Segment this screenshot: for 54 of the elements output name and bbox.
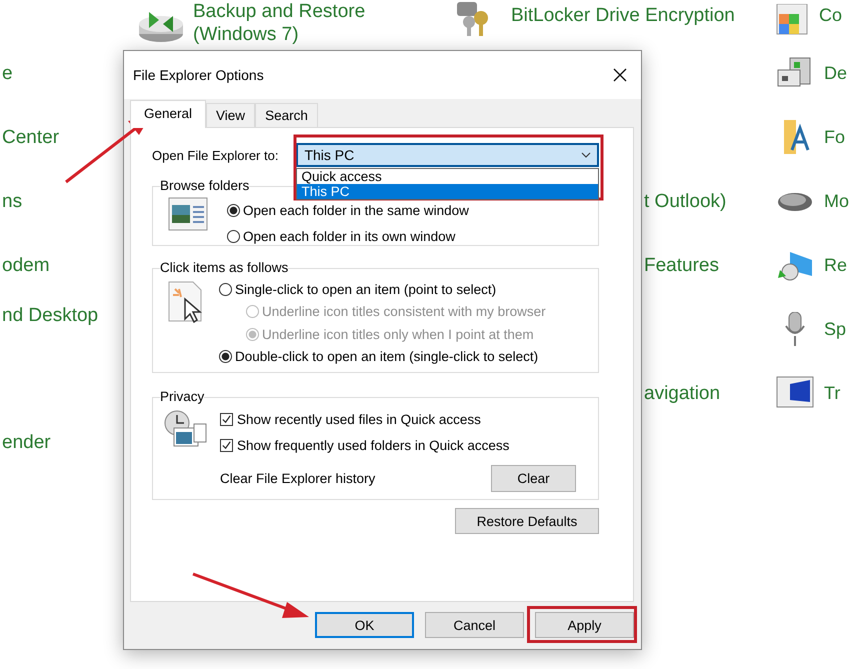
checkbox[interactable]	[220, 412, 233, 426]
option-label: Double-click to open an item (single-click to select)	[235, 349, 538, 364]
control-panel-link[interactable]: odem	[2, 254, 50, 276]
dropdown-option[interactable]: Quick access	[297, 169, 598, 184]
option-label: Underline icon titles only when I point at them	[262, 326, 534, 342]
field-label: Open File Explorer to:	[152, 148, 278, 162]
control-panel-link[interactable]: Center	[2, 126, 60, 148]
radio-button[interactable]	[219, 350, 232, 364]
control-panel-link[interactable]: e	[2, 62, 13, 84]
option-label: Show recently used files in Quick access	[237, 412, 481, 426]
control-panel-link[interactable]: (Windows 7)	[193, 23, 366, 46]
control-panel-link[interactable]: BitLocker Drive Encryption	[511, 0, 735, 31]
dialog-button[interactable]: Cancel	[425, 612, 524, 638]
control-panel-link[interactable]: t Outlook)	[644, 190, 726, 212]
control-panel-link[interactable]: Fo	[824, 122, 846, 152]
control-panel-link[interactable]: Tr	[824, 378, 840, 408]
control-panel-link[interactable]: nd Desktop	[2, 304, 98, 326]
close-icon[interactable]	[613, 68, 627, 82]
window-picture-icon	[168, 197, 208, 231]
control-panel-link[interactable]: De	[824, 58, 848, 88]
checkbox[interactable]	[220, 438, 233, 452]
radio-button[interactable]	[219, 282, 232, 296]
dropdown[interactable]: This PC	[296, 143, 599, 167]
control-panel-link[interactable]: ns	[2, 190, 22, 212]
control-panel-link[interactable]: Backup and Restore	[193, 0, 366, 23]
monitor-icon	[776, 376, 814, 410]
group-label: Click items as follows	[160, 261, 288, 275]
option-label: Open each folder in its own window	[243, 228, 456, 244]
window-title: File Explorer Options	[133, 67, 264, 83]
restore-defaults-button[interactable]: Restore Defaults	[455, 508, 599, 534]
control-panel-link[interactable]: avigation	[644, 382, 720, 404]
tab[interactable]: General	[130, 100, 206, 128]
dialog-button[interactable]: OK	[315, 612, 414, 638]
control-panel-link[interactable]: Co	[819, 0, 842, 31]
control-panel-link[interactable]: Re	[824, 250, 848, 280]
history-label: Clear File Explorer history	[220, 471, 376, 486]
radio-button[interactable]	[227, 204, 240, 216]
tab[interactable]: View	[206, 103, 256, 127]
option-label: Single-click to open an item (point to select)	[235, 282, 496, 297]
dialog-button[interactable]: Apply	[535, 612, 634, 638]
chevron-down-icon	[581, 152, 591, 158]
control-panel-link[interactable]: Sp	[824, 314, 846, 344]
radio-button[interactable]	[227, 230, 240, 242]
dropdown-option[interactable]: This PC	[297, 184, 598, 199]
option-label: Show frequently used folders in Quick access	[237, 438, 510, 452]
control-panel-link[interactable]: Mo	[824, 186, 850, 216]
group-label: Browse folders	[160, 179, 250, 193]
control-panel-link[interactable]: Features	[644, 254, 719, 276]
control-panel-link[interactable]: ender	[2, 432, 51, 452]
tab[interactable]: Search	[255, 103, 318, 127]
group-label: Privacy	[160, 390, 204, 404]
clear-button[interactable]: Clear	[491, 465, 576, 492]
option-label: Underline icon titles consistent with my browser	[262, 304, 546, 320]
option-label: Open each folder in the same window	[243, 202, 469, 218]
